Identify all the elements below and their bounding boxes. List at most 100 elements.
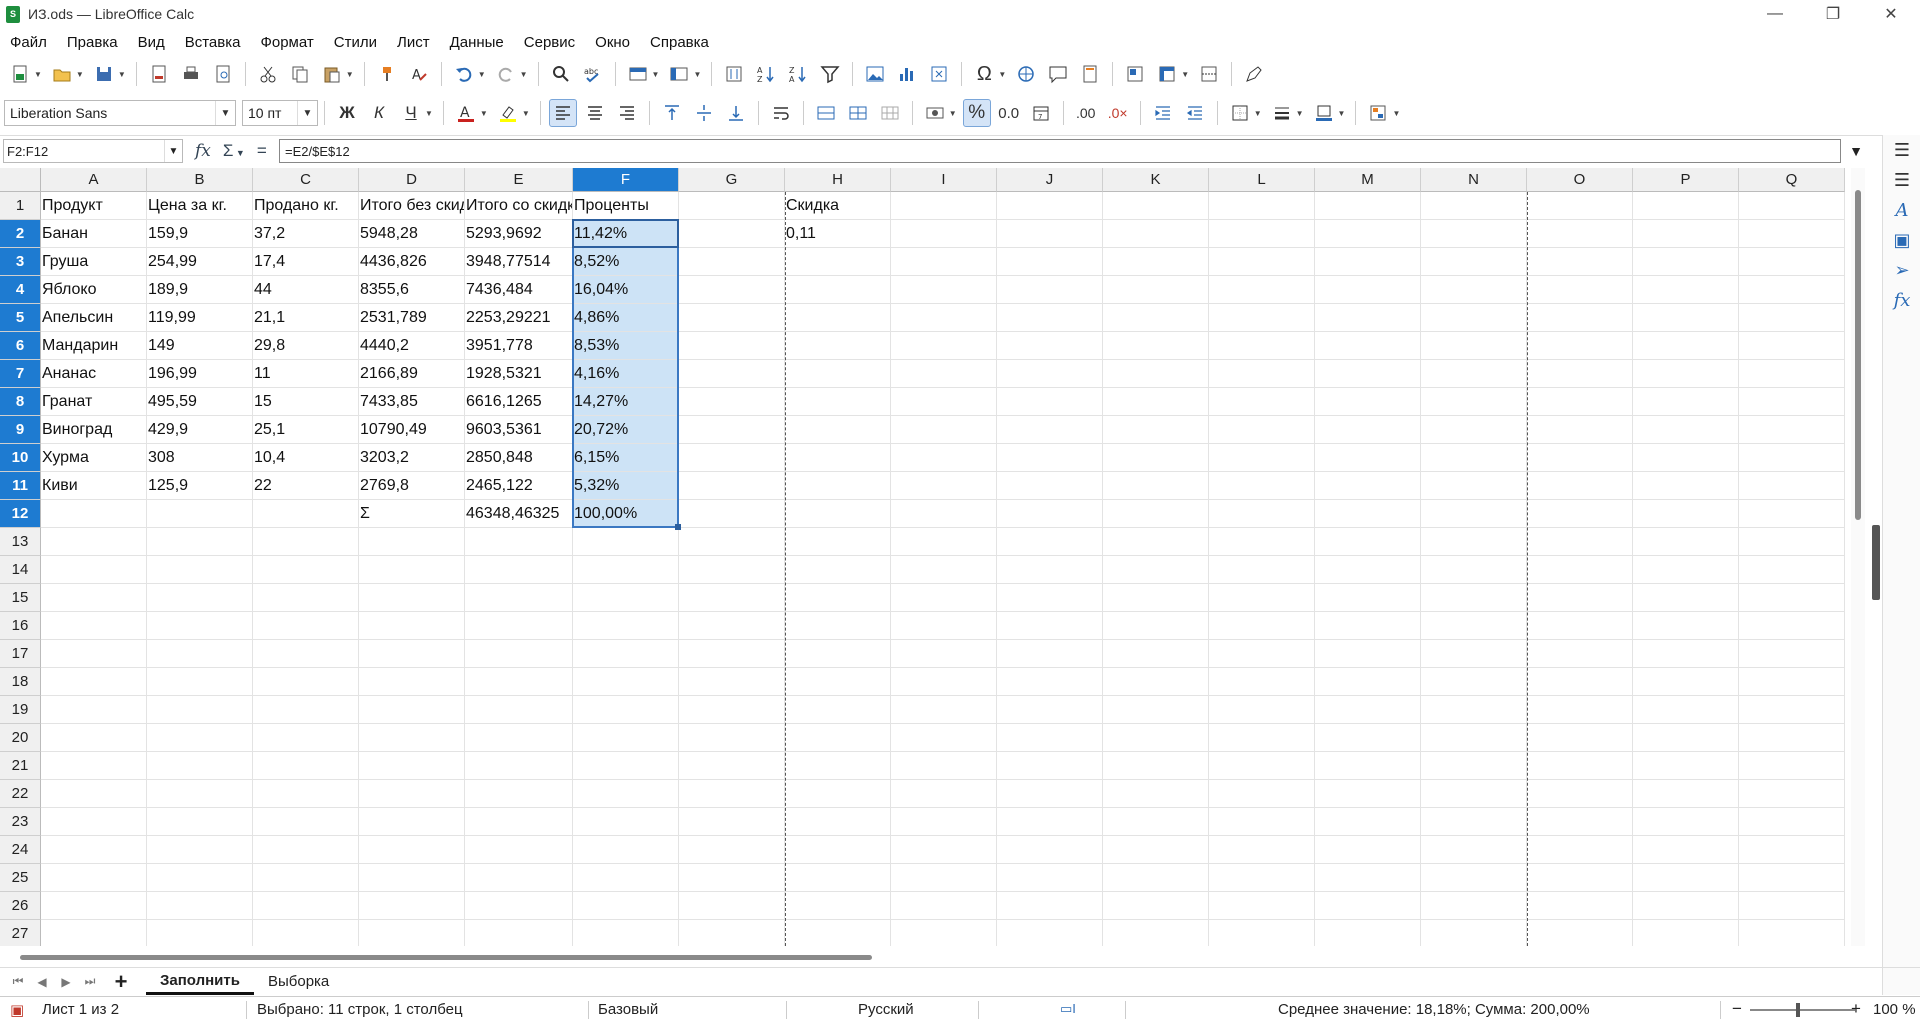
name-box[interactable]: F2:F12 ▼	[3, 139, 183, 163]
cell-b19[interactable]	[147, 696, 253, 724]
cell-d7[interactable]: 2166,89	[359, 360, 465, 388]
row-header-4[interactable]: 4	[0, 276, 41, 304]
cell-j4[interactable]	[997, 276, 1103, 304]
cell-n13[interactable]	[1421, 528, 1527, 556]
cell-m26[interactable]	[1315, 892, 1421, 920]
cell-q6[interactable]	[1739, 332, 1845, 360]
cell-m13[interactable]	[1315, 528, 1421, 556]
align-right-icon[interactable]	[613, 99, 641, 127]
cell-p4[interactable]	[1633, 276, 1739, 304]
row-header-25[interactable]: 25	[0, 864, 41, 892]
cell-f7[interactable]: 4,16%	[573, 360, 679, 388]
chevron-down-icon[interactable]: ▼	[693, 70, 701, 79]
define-print-area-icon[interactable]	[1121, 60, 1149, 88]
cell-f17[interactable]	[573, 640, 679, 668]
cell-m16[interactable]	[1315, 612, 1421, 640]
paste-icon[interactable]	[318, 60, 346, 88]
column-header-q[interactable]: Q	[1739, 168, 1845, 192]
cell-e10[interactable]: 2850,848	[465, 444, 573, 472]
cell-n27[interactable]	[1421, 920, 1527, 946]
sum-icon[interactable]: Σ ▼	[223, 141, 245, 161]
cell-l18[interactable]	[1209, 668, 1315, 696]
cell-n12[interactable]	[1421, 500, 1527, 528]
decrease-indent-icon[interactable]	[1181, 99, 1209, 127]
chevron-down-icon[interactable]: ▼	[1254, 109, 1262, 118]
cell-c5[interactable]: 21,1	[253, 304, 359, 332]
cell-a23[interactable]	[41, 808, 147, 836]
delete-decimal-icon[interactable]: .0×	[1104, 99, 1132, 127]
unmerge-cells-icon[interactable]	[876, 99, 904, 127]
cell-m14[interactable]	[1315, 556, 1421, 584]
menu-item-6[interactable]: Лист	[387, 34, 440, 51]
cell-l8[interactable]	[1209, 388, 1315, 416]
cell-d25[interactable]	[359, 864, 465, 892]
chevron-down-icon[interactable]: ▼	[76, 70, 84, 79]
row-header-5[interactable]: 5	[0, 304, 41, 332]
cell-o6[interactable]	[1527, 332, 1633, 360]
cell-p23[interactable]	[1633, 808, 1739, 836]
cell-o18[interactable]	[1527, 668, 1633, 696]
cell-p27[interactable]	[1633, 920, 1739, 946]
cell-m2[interactable]	[1315, 220, 1421, 248]
cell-o4[interactable]	[1527, 276, 1633, 304]
cell-b13[interactable]	[147, 528, 253, 556]
cell-m23[interactable]	[1315, 808, 1421, 836]
cell-j26[interactable]	[997, 892, 1103, 920]
cell-m10[interactable]	[1315, 444, 1421, 472]
cell-i27[interactable]	[891, 920, 997, 946]
align-center-icon[interactable]	[581, 99, 609, 127]
cell-k6[interactable]	[1103, 332, 1209, 360]
row-header-20[interactable]: 20	[0, 724, 41, 752]
cell-c11[interactable]: 22	[253, 472, 359, 500]
cell-i1[interactable]	[891, 192, 997, 220]
cell-e17[interactable]	[465, 640, 573, 668]
cell-a22[interactable]	[41, 780, 147, 808]
increase-indent-icon[interactable]	[1149, 99, 1177, 127]
cell-a27[interactable]	[41, 920, 147, 946]
cell-d21[interactable]	[359, 752, 465, 780]
row-header-13[interactable]: 13	[0, 528, 41, 556]
cell-p6[interactable]	[1633, 332, 1739, 360]
cell-o13[interactable]	[1527, 528, 1633, 556]
cell-i2[interactable]	[891, 220, 997, 248]
cell-i25[interactable]	[891, 864, 997, 892]
row-header-17[interactable]: 17	[0, 640, 41, 668]
cell-h10[interactable]	[785, 444, 891, 472]
cell-f1[interactable]: Проценты	[573, 192, 679, 220]
cell-o15[interactable]	[1527, 584, 1633, 612]
cell-p7[interactable]	[1633, 360, 1739, 388]
cell-j20[interactable]	[997, 724, 1103, 752]
cell-k1[interactable]	[1103, 192, 1209, 220]
cell-p2[interactable]	[1633, 220, 1739, 248]
row-header-26[interactable]: 26	[0, 892, 41, 920]
cell-b7[interactable]: 196,99	[147, 360, 253, 388]
row-header-11[interactable]: 11	[0, 472, 41, 500]
cell-l26[interactable]	[1209, 892, 1315, 920]
cell-p15[interactable]	[1633, 584, 1739, 612]
cell-q2[interactable]	[1739, 220, 1845, 248]
cell-h2[interactable]: 0,11	[785, 220, 891, 248]
cell-c12[interactable]	[253, 500, 359, 528]
cell-e12[interactable]: 46348,46325	[465, 500, 573, 528]
cell-h26[interactable]	[785, 892, 891, 920]
cell-q19[interactable]	[1739, 696, 1845, 724]
cell-h11[interactable]	[785, 472, 891, 500]
cell-i24[interactable]	[891, 836, 997, 864]
cell-b17[interactable]	[147, 640, 253, 668]
menu-item-7[interactable]: Данные	[440, 34, 514, 51]
sheet-tab-zapolnit[interactable]: Заполнить	[146, 968, 254, 995]
cell-p12[interactable]	[1633, 500, 1739, 528]
cell-j21[interactable]	[997, 752, 1103, 780]
cell-k2[interactable]	[1103, 220, 1209, 248]
cell-f20[interactable]	[573, 724, 679, 752]
cell-e26[interactable]	[465, 892, 573, 920]
cell-q11[interactable]	[1739, 472, 1845, 500]
cell-p9[interactable]	[1633, 416, 1739, 444]
cell-o8[interactable]	[1527, 388, 1633, 416]
cell-b3[interactable]: 254,99	[147, 248, 253, 276]
cell-b6[interactable]: 149	[147, 332, 253, 360]
cell-k21[interactable]	[1103, 752, 1209, 780]
sort-ascending-icon[interactable]: AZ	[752, 60, 780, 88]
cell-f6[interactable]: 8,53%	[573, 332, 679, 360]
column-header-d[interactable]: D	[359, 168, 465, 192]
